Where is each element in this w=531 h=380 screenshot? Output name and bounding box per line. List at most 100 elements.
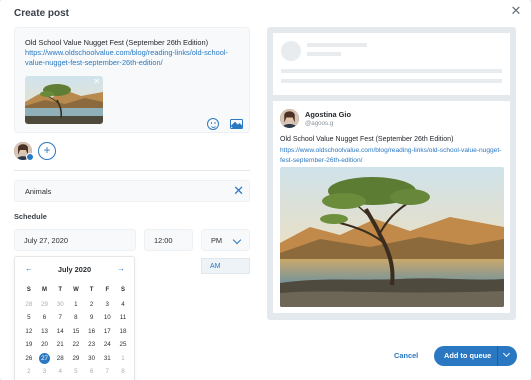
calendar-day-number: 20 bbox=[41, 341, 48, 348]
calendar-day[interactable]: 1 bbox=[68, 298, 84, 312]
next-month-icon[interactable]: → bbox=[117, 264, 125, 273]
calendar-day-number: 2 bbox=[89, 300, 94, 308]
calendar-day-selected[interactable]: 27 bbox=[37, 352, 53, 366]
calendar-day-number: 24 bbox=[103, 341, 111, 348]
add-account-button[interactable]: + bbox=[38, 142, 56, 160]
calendar-day-number: 22 bbox=[72, 341, 80, 348]
calendar-day-number: 28 bbox=[56, 354, 64, 362]
calendar-day[interactable]: 5 bbox=[68, 365, 84, 379]
preview-author-name: Agostina Gio bbox=[305, 110, 351, 119]
calendar-day-number: 29 bbox=[41, 300, 48, 308]
calendar-day[interactable]: 7 bbox=[99, 365, 115, 379]
calendar-day-number: 11 bbox=[119, 314, 127, 321]
calendar-day[interactable]: 29 bbox=[68, 352, 84, 366]
cancel-button[interactable]: Cancel bbox=[394, 351, 418, 360]
preview-text: Old School Value Nugget Fest (September … bbox=[280, 136, 454, 143]
calendar-day[interactable]: 20 bbox=[37, 338, 53, 352]
emoji-icon[interactable] bbox=[207, 118, 219, 130]
time-value: 12:00 bbox=[154, 236, 173, 245]
calendar-day-number: 26 bbox=[25, 354, 33, 362]
calendar-day[interactable]: 26 bbox=[21, 352, 37, 366]
calendar-day[interactable]: 14 bbox=[52, 325, 68, 339]
clear-category-icon[interactable]: ✕ bbox=[233, 183, 244, 199]
calendar-day-number: 3 bbox=[105, 300, 109, 308]
period-option-am[interactable]: AM bbox=[201, 258, 250, 274]
remove-attachment-icon[interactable]: ✕ bbox=[93, 78, 100, 86]
week-row: 28 29 30 1 2 3 4 bbox=[21, 298, 131, 312]
calendar-day[interactable]: 7 bbox=[52, 311, 68, 325]
calendar-day[interactable]: 1 bbox=[115, 352, 131, 366]
calendar-day[interactable]: 28 bbox=[21, 298, 37, 312]
calendar-day[interactable]: 19 bbox=[21, 338, 37, 352]
calendar-day[interactable]: 13 bbox=[37, 325, 53, 339]
calendar-day[interactable]: 9 bbox=[84, 311, 100, 325]
week-row: 5 6 7 8 9 10 11 bbox=[21, 311, 131, 325]
calendar-day[interactable]: 6 bbox=[37, 311, 53, 325]
chevron-down-icon[interactable] bbox=[502, 349, 511, 358]
post-preview-panel: Agostina Gio @agoos.g Old School Value N… bbox=[267, 27, 516, 320]
post-composer[interactable]: Old School Value Nugget Fest (September … bbox=[14, 27, 250, 133]
week-row: 2 3 4 5 6 7 8 bbox=[21, 365, 131, 379]
calendar-day[interactable]: 23 bbox=[84, 338, 100, 352]
calendar-day-number: 6 bbox=[42, 314, 47, 321]
calendar-day-number: 21 bbox=[56, 341, 64, 348]
weekday-label: S bbox=[26, 287, 31, 293]
weekday-label: F bbox=[105, 287, 110, 293]
calendar-day[interactable]: 16 bbox=[84, 325, 100, 339]
calendar-day[interactable]: 8 bbox=[115, 365, 131, 379]
modal-title: Create post bbox=[14, 8, 70, 19]
calendar-day-number: 10 bbox=[103, 314, 111, 321]
calendar-day-number: 4 bbox=[121, 300, 125, 308]
calendar-day[interactable]: 22 bbox=[68, 338, 84, 352]
calendar-day[interactable]: 24 bbox=[99, 338, 115, 352]
calendar-day[interactable]: 30 bbox=[52, 298, 68, 312]
calendar-day-number: 1 bbox=[74, 300, 78, 308]
add-to-queue-button[interactable]: Add to queue bbox=[434, 346, 517, 366]
calendar-day[interactable]: 18 bbox=[115, 325, 131, 339]
calendar-day[interactable]: 31 bbox=[99, 352, 115, 366]
attachment-thumbnail: ✕ bbox=[25, 76, 103, 124]
calendar-day[interactable]: 29 bbox=[37, 298, 53, 312]
calendar-day-number: 2 bbox=[27, 368, 31, 375]
calendar-day[interactable]: 10 bbox=[99, 311, 115, 325]
category-field[interactable]: Animals ✕ bbox=[14, 180, 250, 202]
calendar-day[interactable]: 21 bbox=[52, 338, 68, 352]
calendar-day[interactable]: 4 bbox=[115, 298, 131, 312]
calendar-day-number: 31 bbox=[103, 354, 111, 362]
calendar-day[interactable]: 5 bbox=[21, 311, 37, 325]
time-input[interactable]: 12:00 bbox=[144, 229, 193, 251]
calendar-day[interactable]: 2 bbox=[21, 365, 37, 379]
calendar-day[interactable]: 30 bbox=[84, 352, 100, 366]
composer-link[interactable]: https://www.oldschoolvalue.com/blog/read… bbox=[25, 48, 247, 68]
calendar-day-number: 1 bbox=[121, 354, 125, 362]
preview-link[interactable]: https://www.oldschoolvalue.com/blog/read… bbox=[280, 146, 504, 165]
calendar-day[interactable]: 3 bbox=[37, 365, 53, 379]
placeholder-line bbox=[281, 79, 502, 83]
date-input[interactable]: July 27, 2020 bbox=[14, 229, 136, 251]
calendar-day[interactable]: 4 bbox=[52, 365, 68, 379]
weekday-label: T bbox=[89, 287, 94, 293]
calendar-day[interactable]: 25 bbox=[115, 338, 131, 352]
calendar-day[interactable]: 11 bbox=[115, 311, 131, 325]
date-picker: ← July 2020 → S M T W T F S 28 29 30 1 2 3 4 5 6 7 8 9 10 11… bbox=[14, 256, 135, 380]
period-select[interactable]: PM bbox=[201, 229, 250, 251]
calendar-day[interactable]: 17 bbox=[99, 325, 115, 339]
calendar-day-number: 3 bbox=[42, 368, 47, 375]
image-icon[interactable] bbox=[230, 119, 243, 129]
composer-text[interactable]: Old School Value Nugget Fest (September … bbox=[25, 38, 208, 48]
calendar-day[interactable]: 3 bbox=[99, 298, 115, 312]
calendar-day[interactable]: 6 bbox=[84, 365, 100, 379]
calendar-day-number: 29 bbox=[72, 354, 80, 362]
calendar-day[interactable]: 12 bbox=[21, 325, 37, 339]
calendar-day[interactable]: 2 bbox=[84, 298, 100, 312]
calendar-day-number: 23 bbox=[88, 341, 96, 348]
calendar-day-number: 5 bbox=[27, 314, 31, 321]
placeholder-line bbox=[281, 69, 502, 73]
close-icon[interactable]: ✕ bbox=[509, 4, 523, 18]
calendar-day[interactable]: 28 bbox=[52, 352, 68, 366]
calendar-day[interactable]: 8 bbox=[68, 311, 84, 325]
calendar-day-number: 8 bbox=[74, 314, 78, 321]
calendar-day[interactable]: 15 bbox=[68, 325, 84, 339]
schedule-label: Schedule bbox=[14, 212, 47, 221]
calendar-day-number: 16 bbox=[88, 327, 96, 335]
